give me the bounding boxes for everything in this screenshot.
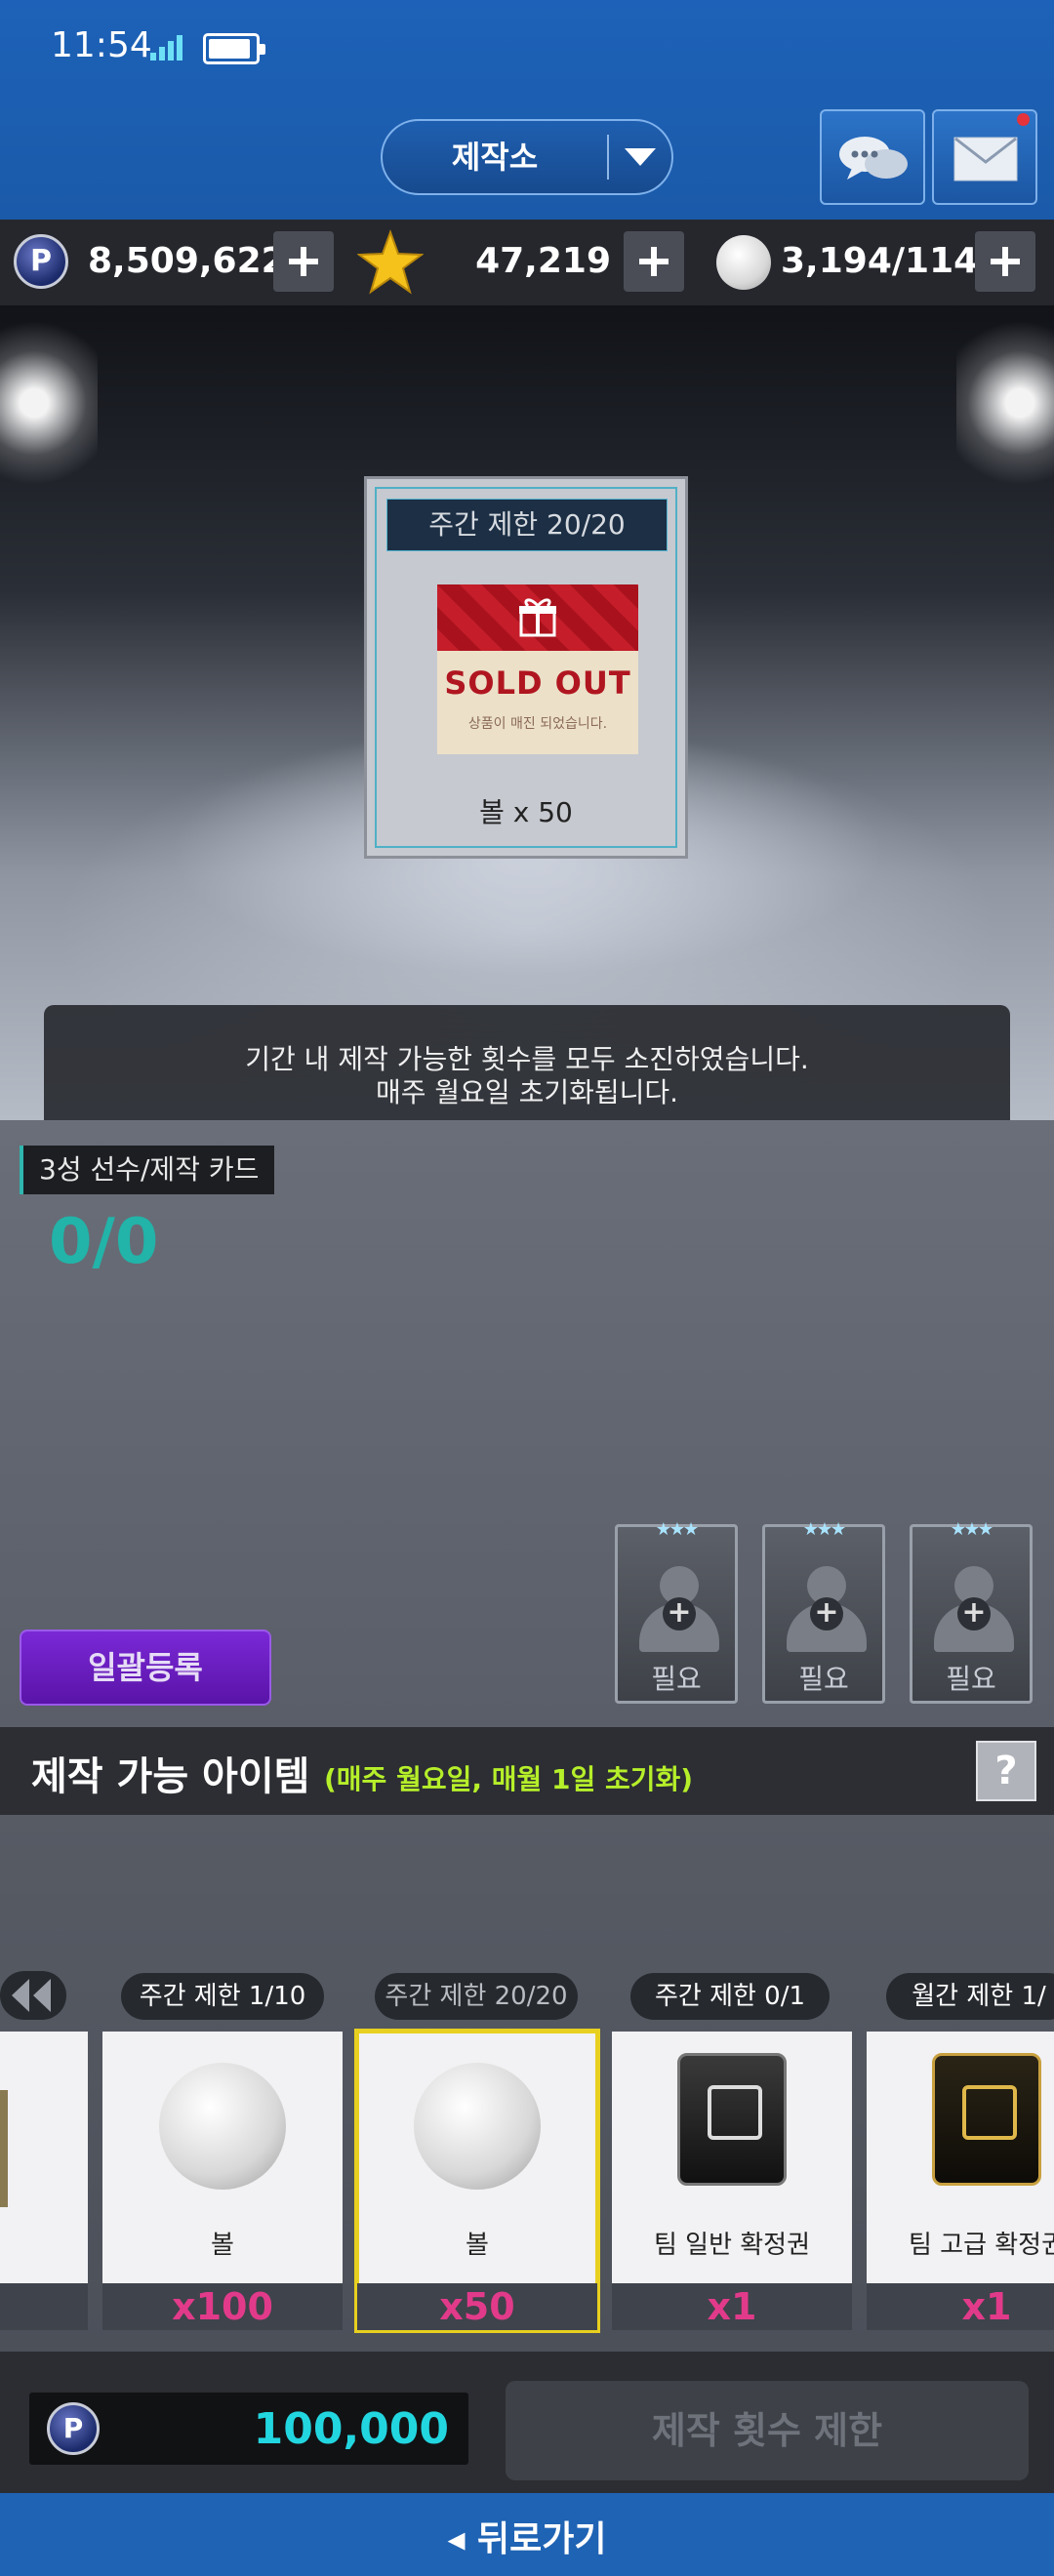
item-qty: x1 (867, 2283, 1054, 2330)
prize-name: 볼 x 50 (479, 796, 573, 828)
premium-ticket-icon (932, 2053, 1041, 2186)
top-bar: 11:54 제작소 (0, 0, 1054, 220)
material-slot[interactable]: ★★★ + 필요 (762, 1519, 885, 1704)
ticket-emblem (962, 2085, 1017, 2140)
item-name: 볼 (466, 2231, 489, 2260)
item-card[interactable]: 팀 고급 확정권 x1 (867, 2032, 1054, 2330)
add-icon: + (663, 1597, 696, 1630)
soldout-title: SOLD OUT (444, 664, 631, 702)
item-name: 변환 (0, 2225, 88, 2261)
weekly-limit-banner: 주간 제한 20/20 (386, 499, 668, 551)
add-icon: + (810, 1597, 843, 1630)
craft-button[interactable]: 제작 횟수 제한 (506, 2381, 1029, 2480)
stadium-light-left (0, 305, 98, 501)
item-name: 팀 일반 확정권 (653, 2231, 811, 2260)
item-name: 볼 (211, 2231, 234, 2260)
currency-bar: P 8,509,622 47,219 3,194/114 (0, 220, 1054, 305)
notification-dot (1017, 113, 1030, 126)
points-coin-icon: P (14, 234, 68, 289)
three-star-icon: ★★★ (655, 1519, 699, 1540)
baseball-icon (716, 235, 771, 290)
notice-banner: 기간 내 제작 가능한 횟수를 모두 소진하였습니다. 매주 월요일 초기화됩니… (44, 1005, 1010, 1120)
prize-card-inner: 주간 제한 20/20 SOLD OUT 상품이 매진 되었습니다. 볼 x 5… (375, 487, 677, 848)
cost-value: 100,000 (253, 2404, 449, 2454)
material-slot[interactable]: ★★★ + 필요 (910, 1519, 1033, 1704)
add-balls-button[interactable] (975, 231, 1035, 292)
material-label: 3성 선수/제작 카드 (20, 1146, 275, 1194)
bottom-panel: P 100,000 제작 횟수 제한 (0, 2352, 1054, 2493)
item-qty: x1 (612, 2283, 852, 2330)
material-section: 3성 선수/제작 카드 0/0 ★★★ + 필요 ★★★ + 필요 ★★★ + … (0, 1120, 1054, 1727)
item-qty: x50 (357, 2283, 597, 2330)
stars-value: 47,219 (475, 241, 611, 281)
soldout-label: SOLD OUT 상품이 매진 되었습니다. (437, 651, 638, 754)
craftable-items-carousel: 변환 주간 제한 1/10 볼 x100 주간 제한 20/20 볼 x50 주… (0, 1815, 1054, 2352)
add-points-button[interactable] (273, 231, 334, 292)
back-label: ◂ 뒤로가기 (447, 2519, 607, 2559)
chat-bubbles-icon (839, 137, 908, 180)
material-count: 0/0 (49, 1206, 159, 1278)
item-card[interactable]: 볼 x100 (102, 2032, 343, 2330)
signal-icon (150, 35, 182, 60)
workshop-dropdown-label: 제작소 (451, 139, 539, 176)
item-card[interactable]: 팀 일반 확정권 x1 (612, 2032, 852, 2330)
status-time: 11:54 (51, 25, 152, 65)
item-qty (0, 2283, 88, 2330)
help-button[interactable]: ? (976, 1741, 1036, 1801)
item-limit-pill: 주간 제한 0/1 (630, 1973, 830, 2020)
item-limit-pill: 월간 제한 1/ (886, 1973, 1054, 2020)
item-limit-pill: 주간 제한 20/20 (375, 1973, 578, 2020)
add-stars-button[interactable] (624, 231, 684, 292)
craftable-items-title: 제작 가능 아이템 (31, 1754, 310, 1799)
item-limit-pill: 주간 제한 1/10 (121, 1973, 324, 2020)
chat-button[interactable] (820, 109, 925, 205)
notice-line-2: 매주 월요일 초기화됩니다. (375, 1076, 679, 1108)
star-icon (357, 229, 424, 295)
double-chevron-left-icon[interactable] (0, 1971, 66, 2020)
workshop-dropdown[interactable]: 제작소 (381, 119, 673, 195)
three-star-icon: ★★★ (950, 1519, 993, 1540)
ticket-emblem (708, 2085, 762, 2140)
balls-value: 3,194/114 (781, 241, 979, 281)
slot-required-label: 필요 (798, 1663, 849, 1695)
reset-note: (매주 월요일, 매월 1일 초기화) (324, 1763, 694, 1795)
bulk-register-button[interactable]: 일괄등록 (20, 1630, 271, 1706)
item-qty: x100 (102, 2283, 343, 2330)
envelope-icon (953, 137, 1018, 181)
gift-wrap (437, 584, 638, 651)
item-name: 팀 고급 확정권 (908, 2231, 1054, 2260)
item-image (0, 2090, 8, 2207)
weekly-limit-text: 주간 제한 20/20 (428, 508, 626, 541)
points-coin-icon: P (47, 2402, 100, 2455)
dropdown-divider (607, 135, 609, 180)
stadium-light-right (956, 305, 1054, 501)
baseball-icon (159, 2063, 286, 2190)
ticket-icon (677, 2053, 787, 2186)
back-button[interactable]: ◂ 뒤로가기 (0, 2493, 1054, 2576)
slot-required-label: 필요 (651, 1663, 702, 1695)
item-card-selected[interactable]: 볼 x50 (354, 2029, 600, 2333)
baseball-icon (414, 2063, 541, 2190)
add-icon: + (957, 1597, 991, 1630)
points-value: 8,509,622 (88, 241, 286, 281)
three-star-icon: ★★★ (802, 1519, 846, 1540)
prize-card: 주간 제한 20/20 SOLD OUT 상품이 매진 되었습니다. 볼 x 5… (364, 476, 688, 859)
battery-icon (203, 33, 265, 64)
chevron-down-icon (625, 148, 656, 166)
craftable-items-header: 제작 가능 아이템 (매주 월요일, 매월 1일 초기화) ? (0, 1727, 1054, 1815)
gift-icon (519, 598, 556, 637)
material-slot[interactable]: ★★★ + 필요 (615, 1519, 738, 1704)
slot-required-label: 필요 (946, 1663, 996, 1695)
cost-box: P 100,000 (29, 2393, 468, 2465)
soldout-gift-icon: SOLD OUT 상품이 매진 되었습니다. (437, 584, 638, 754)
item-card[interactable]: 변환 (0, 2032, 88, 2330)
soldout-subtitle: 상품이 매진 되었습니다. (467, 716, 608, 732)
